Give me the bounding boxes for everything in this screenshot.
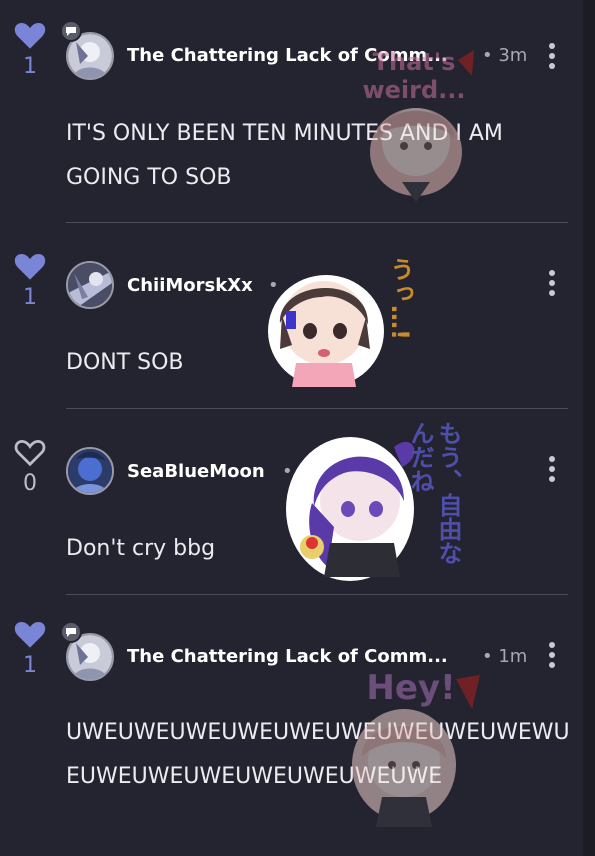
username[interactable]: ChiiMorskXx (127, 275, 287, 296)
chat-badge (60, 621, 82, 643)
sticker-caption: Hey! (366, 668, 456, 708)
more-options-button[interactable] (544, 40, 560, 72)
sticker-caption: うっ…! (386, 257, 414, 340)
kebab-menu-icon (549, 270, 555, 276)
heart-icon (14, 22, 46, 49)
like-button[interactable]: 1 (12, 619, 48, 678)
chat-bubble-icon (66, 628, 76, 637)
timestamp: • 1m (482, 646, 528, 667)
heart-outline-icon (14, 440, 46, 467)
comment-item: 1 ChiiMorskXx • DONT SOB うっ…! (0, 223, 583, 408)
like-button[interactable]: 1 (12, 20, 48, 79)
like-count: 1 (23, 54, 37, 79)
more-options-button[interactable] (544, 453, 560, 485)
heart-icon (14, 253, 46, 280)
comment-text: IT'S ONLY BEEN TEN MINUTES AND I AM GOIN… (66, 121, 503, 190)
heart-icon (14, 621, 46, 648)
sticker-image: Hey! (322, 669, 492, 829)
username[interactable]: SeaBlueMoon (127, 461, 287, 482)
kebab-menu-icon (549, 456, 555, 462)
like-button[interactable]: 1 (12, 251, 48, 310)
comment-item: 0 SeaBlueMoon • Don't cry bbg もう、自由なんだね (0, 409, 583, 594)
like-count: 0 (23, 471, 37, 496)
more-options-button[interactable] (544, 639, 560, 671)
comment-item: 1 The Chattering Lack of Comm... • 3m IT… (0, 0, 583, 222)
like-button[interactable]: 0 (12, 437, 48, 496)
username[interactable]: The Chattering Lack of Comm... (127, 646, 467, 667)
sticker-image: うっ…! (266, 253, 416, 393)
avatar[interactable] (66, 447, 114, 495)
chat-bubble-icon (66, 27, 76, 36)
right-edge-panel (583, 0, 595, 856)
sticker-image: もう、自由なんだね (284, 417, 464, 585)
like-count: 1 (23, 285, 37, 310)
more-options-button[interactable] (544, 267, 560, 299)
sticker-image: That's weird... (342, 42, 490, 202)
chat-badge (60, 20, 82, 42)
avatar[interactable] (66, 261, 114, 309)
sticker-caption: もう、自由なんだね (406, 421, 462, 565)
sticker-caption: That's weird... (362, 48, 466, 104)
comment-item: 1 The Chattering Lack of Comm... • 1m UW… (0, 595, 583, 856)
like-count: 1 (23, 653, 37, 678)
kebab-menu-icon (549, 43, 555, 49)
kebab-menu-icon (549, 642, 555, 648)
